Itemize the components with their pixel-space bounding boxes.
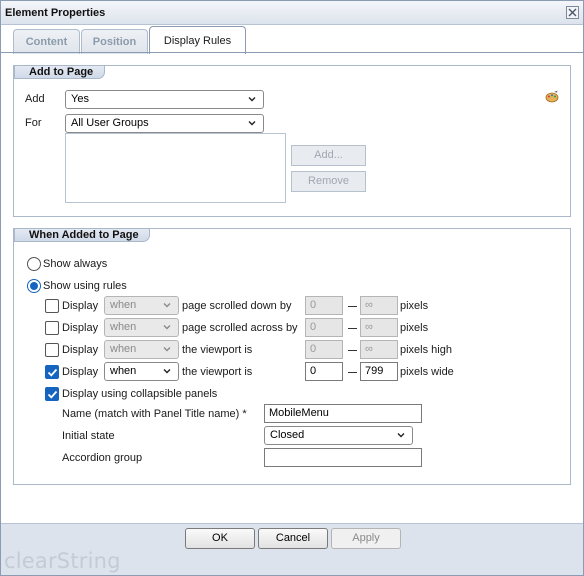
- add-label: Add: [25, 93, 45, 105]
- rule-display-label: Display: [62, 322, 99, 334]
- rule-to-input[interactable]: 799: [360, 362, 398, 381]
- cancel-button[interactable]: Cancel: [258, 528, 328, 549]
- tab-divider: [1, 52, 583, 53]
- when-added-heading: When Added to Page: [14, 228, 150, 242]
- tab-display-rules[interactable]: Display Rules: [149, 26, 246, 54]
- rule-to-input[interactable]: ∞: [360, 296, 398, 315]
- tab-content[interactable]: Content: [13, 29, 80, 54]
- dialog-footer: OK Cancel Apply clearString: [1, 523, 583, 575]
- tab-position[interactable]: Position: [81, 29, 148, 54]
- rule-display-label: Display: [62, 366, 99, 378]
- panel-name-input[interactable]: MobileMenu: [264, 404, 422, 423]
- close-icon[interactable]: [566, 6, 579, 19]
- initial-state-value: Closed: [270, 429, 305, 441]
- rule-unit-label: pixels: [400, 300, 429, 312]
- add-button[interactable]: Add...: [291, 145, 366, 166]
- tab-bar: Content Position Display Rules: [1, 25, 583, 54]
- rule-from-input[interactable]: 0: [305, 362, 343, 381]
- rule-condition-label: page scrolled down by: [182, 300, 292, 312]
- rule-display-label: Display: [62, 300, 99, 312]
- rule-from-input[interactable]: 0: [305, 318, 343, 337]
- range-dash: [348, 350, 357, 351]
- show-always-label: Show always: [43, 258, 108, 270]
- chevron-down-icon: [163, 369, 171, 374]
- rule-when-select[interactable]: when: [104, 362, 179, 381]
- add-select-value: Yes: [71, 93, 89, 105]
- remove-button[interactable]: Remove: [291, 171, 366, 192]
- brand-logo: clearString: [4, 549, 121, 573]
- rule-when-select[interactable]: when: [104, 318, 179, 337]
- initial-state-label: Initial state: [62, 430, 115, 442]
- show-rules-label: Show using rules: [43, 280, 127, 292]
- rule-checkbox-viewport-high[interactable]: [45, 343, 59, 357]
- rule-unit-label: pixels wide: [400, 366, 454, 378]
- range-dash: [348, 306, 357, 307]
- checkmark-icon: [47, 368, 58, 377]
- rule-to-input[interactable]: ∞: [360, 318, 398, 337]
- panel-name-label: Name (match with Panel Title name) *: [62, 408, 247, 420]
- collapsible-checkbox[interactable]: [45, 387, 59, 401]
- element-properties-dialog: Element Properties Content Position Disp…: [0, 0, 584, 576]
- show-rules-radio[interactable]: [27, 279, 41, 293]
- rule-when-value: when: [110, 321, 137, 333]
- rule-when-select[interactable]: when: [104, 296, 179, 315]
- accordion-group-label: Accordion group: [62, 452, 143, 464]
- rule-when-value: when: [110, 365, 137, 377]
- collapsible-label: Display using collapsible panels: [62, 388, 218, 400]
- range-dash: [348, 328, 357, 329]
- initial-state-select[interactable]: Closed: [264, 426, 413, 445]
- chevron-down-icon: [163, 303, 171, 308]
- rule-condition-label: the viewport is: [182, 366, 253, 378]
- show-always-radio[interactable]: [27, 257, 41, 271]
- rule-from-input[interactable]: 0: [305, 340, 343, 359]
- chevron-down-icon: [163, 325, 171, 330]
- palette-icon[interactable]: [545, 90, 559, 104]
- ok-button[interactable]: OK: [185, 528, 255, 549]
- rule-unit-label: pixels: [400, 322, 429, 334]
- for-label: For: [25, 117, 42, 129]
- add-to-page-heading: Add to Page: [14, 65, 105, 79]
- rule-unit-label: pixels high: [400, 344, 452, 356]
- rule-condition-label: the viewport is: [182, 344, 253, 356]
- title-bar: Element Properties: [1, 1, 583, 25]
- rule-when-value: when: [110, 343, 137, 355]
- apply-button[interactable]: Apply: [331, 528, 401, 549]
- rule-checkbox-scrolled-down[interactable]: [45, 299, 59, 313]
- checkmark-icon: [47, 390, 58, 399]
- rule-to-input[interactable]: ∞: [360, 340, 398, 359]
- rule-checkbox-scrolled-across[interactable]: [45, 321, 59, 335]
- chevron-down-icon: [248, 121, 256, 126]
- chevron-down-icon: [163, 347, 171, 352]
- accordion-group-input[interactable]: [264, 448, 422, 467]
- dialog-title: Element Properties: [5, 7, 106, 19]
- chevron-down-icon: [248, 97, 256, 102]
- for-select-value: All User Groups: [71, 117, 149, 129]
- chevron-down-icon: [397, 433, 405, 438]
- range-dash: [348, 372, 357, 373]
- for-select[interactable]: All User Groups: [65, 114, 264, 133]
- rule-checkbox-viewport-wide[interactable]: [45, 365, 59, 379]
- rule-condition-label: page scrolled across by: [182, 322, 298, 334]
- rule-when-value: when: [110, 299, 137, 311]
- add-select[interactable]: Yes: [65, 90, 264, 109]
- rule-display-label: Display: [62, 344, 99, 356]
- rule-from-input[interactable]: 0: [305, 296, 343, 315]
- user-group-listbox[interactable]: [65, 133, 286, 203]
- rule-when-select[interactable]: when: [104, 340, 179, 359]
